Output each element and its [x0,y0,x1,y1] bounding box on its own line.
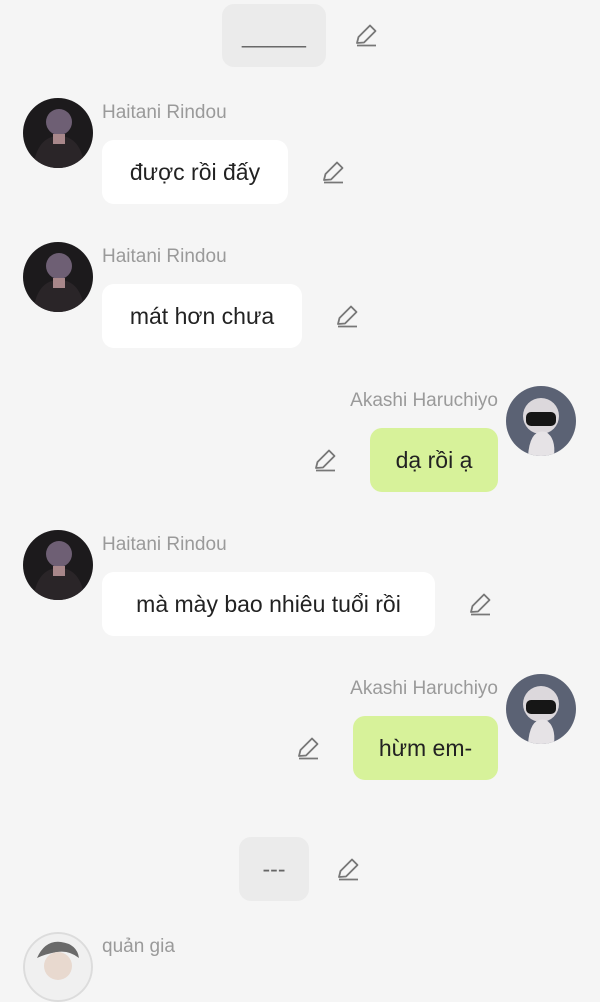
sender-name: Haitani Rindou [102,102,227,123]
avatar[interactable] [23,242,93,312]
message-bubble[interactable]: dạ rồi ạ [370,428,498,492]
message-bubble[interactable]: mát hơn chưa [102,284,302,348]
sender-name: Akashi Haruchiyo [350,678,498,699]
edit-icon[interactable] [353,22,379,48]
sender-name: quản gia [102,936,175,957]
message-text: được rồi đấy [129,158,261,185]
edit-icon[interactable] [320,159,346,185]
message-bubble[interactable]: mà mày bao nhiêu tuổi rồi [102,572,435,636]
edit-icon[interactable] [335,856,361,882]
sender-name: Akashi Haruchiyo [350,390,498,411]
system-message-text: --- [262,855,286,882]
sender-name: Haitani Rindou [102,246,227,267]
system-message-bubble[interactable]: _____ [222,4,326,67]
message-text: mát hơn chưa [129,302,275,329]
edit-icon[interactable] [312,447,338,473]
message-bubble[interactable]: hừm em- [353,716,498,780]
edit-icon[interactable] [334,303,360,329]
sender-name: Haitani Rindou [102,534,227,555]
message-text: dạ rồi ạ [395,446,473,473]
avatar[interactable] [506,386,576,456]
system-message-bubble[interactable]: --- [239,837,309,901]
edit-icon[interactable] [295,735,321,761]
message-text: hừm em- [378,734,473,761]
avatar[interactable] [23,98,93,168]
system-message-text: _____ [242,22,306,48]
avatar[interactable] [23,530,93,600]
edit-icon[interactable] [467,591,493,617]
avatar[interactable] [506,674,576,744]
message-bubble[interactable]: được rồi đấy [102,140,288,204]
message-text: mà mày bao nhiêu tuổi rồi [136,590,401,617]
avatar[interactable] [23,932,93,1002]
